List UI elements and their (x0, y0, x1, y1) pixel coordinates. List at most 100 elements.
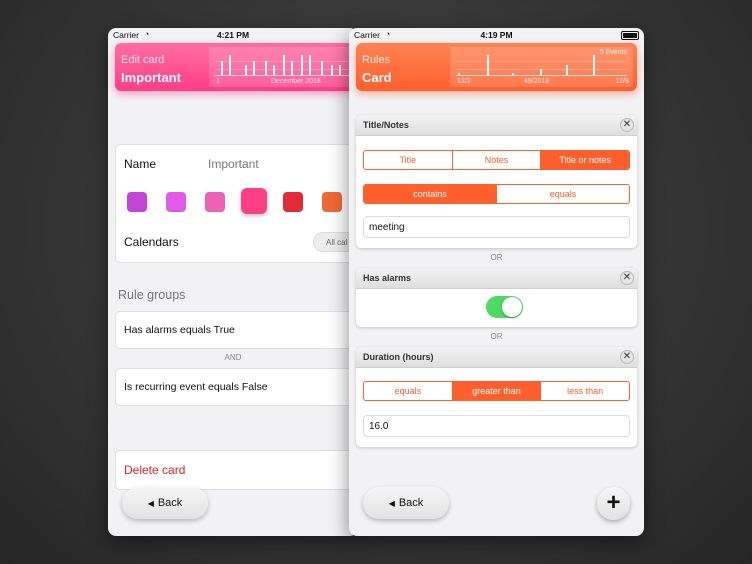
name-row[interactable]: Name Important (115, 144, 358, 184)
timeline-tick (593, 55, 595, 75)
segment-greater-than[interactable]: greater than (452, 382, 542, 400)
rule-group-label: Has alarms equals True (124, 324, 235, 336)
timeline-tick (331, 65, 333, 75)
and-separator: AND (224, 353, 242, 362)
close-icon[interactable]: ✕ (620, 350, 634, 364)
panel-title: Title/Notes (363, 120, 409, 130)
timeline-tick (301, 55, 303, 75)
name-field[interactable]: Important (208, 157, 259, 171)
panel-header: Title/Notes ✕ (356, 115, 637, 136)
segment-less-than[interactable]: less than (541, 382, 629, 400)
timeline-tick (273, 65, 275, 75)
color-swatch[interactable] (283, 192, 303, 212)
timeline-gridline (456, 61, 627, 62)
edit-card-screen: Carrier ◔ 4:21 PM Edit card Important 1 … (108, 28, 358, 536)
color-picker (115, 182, 358, 223)
color-swatch[interactable] (166, 192, 186, 212)
battery-icon (621, 31, 639, 40)
match-selector: contains equals (363, 184, 630, 204)
rule-group-item[interactable]: Has alarms equals True (115, 311, 358, 349)
panel-header: Duration (hours) ✕ (356, 347, 637, 368)
timeline-month-label: December 2018 (271, 78, 321, 85)
title-notes-rule-panel: Title/Notes ✕ Title Notes Title or notes… (356, 115, 637, 248)
timeline-mid-label: 49/2018 (524, 78, 550, 85)
back-label: Back (157, 497, 183, 509)
match-value-field[interactable]: meeting (363, 216, 630, 238)
timeline-tick (339, 65, 341, 75)
toggle-knob (502, 297, 522, 317)
close-icon[interactable]: ✕ (620, 118, 634, 132)
segment-notes[interactable]: Notes (453, 151, 542, 169)
or-separator: OR (490, 253, 503, 262)
status-bar: Carrier ◔ 4:19 PM (349, 28, 644, 42)
timeline-gridline (215, 69, 358, 70)
header-title: Important (121, 70, 181, 85)
timeline-tick (245, 65, 247, 75)
back-label: Back (398, 497, 424, 509)
panel-title: Duration (hours) (363, 352, 434, 362)
segment-equals[interactable]: equals (497, 185, 629, 203)
timeline-preview: 1 December 2018 (209, 47, 358, 87)
card-header: Edit card Important 1 December 2018 (115, 43, 358, 91)
timeline-tick (291, 61, 293, 75)
timeline-end-label: 12/8 (615, 78, 629, 85)
back-arrow-icon: ◀ (147, 499, 154, 508)
events-count: 5 Events (599, 49, 627, 56)
timeline-gridline (215, 61, 358, 62)
operator-selector: equals greater than less than (363, 381, 630, 401)
duration-value-field[interactable]: 16.0 (363, 415, 630, 437)
name-label: Name (124, 157, 157, 171)
duration-rule-panel: Duration (hours) ✕ equals greater than l… (356, 347, 637, 447)
back-button[interactable]: ◀ Back (363, 487, 449, 519)
timeline-tick (321, 61, 323, 75)
rule-group-item[interactable]: Is recurring event equals False (115, 368, 358, 406)
segment-title[interactable]: Title (364, 151, 453, 169)
timeline-tick (221, 61, 223, 75)
delete-card-row[interactable]: Delete card (115, 450, 358, 490)
color-swatch[interactable] (205, 192, 225, 212)
timeline-tick (309, 55, 311, 75)
field-selector: Title Notes Title or notes (363, 150, 630, 170)
timeline-tick (253, 61, 255, 75)
rules-card-screen: Carrier ◔ 4:19 PM Rules Card 5 Events 12… (349, 28, 644, 536)
rule-group-label: Is recurring event equals False (124, 381, 268, 393)
timeline-tick (283, 55, 285, 75)
or-separator: OR (490, 332, 503, 341)
timeline-tick (512, 73, 514, 75)
header-title: Card (362, 70, 392, 85)
timeline-preview: 5 Events 12/2 49/2018 12/8 (450, 47, 633, 87)
calendars-label: Calendars (124, 235, 179, 249)
timeline-tick (458, 73, 460, 75)
timeline-tick (229, 55, 231, 75)
status-bar: Carrier ◔ 4:21 PM (108, 28, 358, 42)
color-swatch[interactable] (127, 192, 147, 212)
clock: 4:19 PM (480, 30, 513, 40)
header-subtitle: Rules (362, 54, 391, 66)
delete-card-button[interactable]: Delete card (124, 463, 185, 477)
calendars-row: Calendars All cal (115, 222, 358, 263)
timeline-tick (487, 55, 489, 75)
rule-groups-title: Rule groups (118, 288, 186, 302)
has-alarms-rule-panel: Has alarms ✕ (356, 268, 637, 327)
panel-title: Has alarms (363, 273, 412, 283)
back-button[interactable]: ◀ Back (122, 487, 208, 519)
color-swatch-selected[interactable] (241, 188, 267, 214)
back-arrow-icon: ◀ (388, 499, 395, 508)
timeline-axis (456, 75, 627, 76)
timeline-tick (540, 69, 542, 75)
timeline-axis (215, 75, 358, 76)
close-icon[interactable]: ✕ (620, 271, 634, 285)
timeline-gridline (456, 69, 627, 70)
segment-equals[interactable]: equals (364, 382, 453, 400)
timeline-tick (265, 61, 267, 75)
has-alarms-toggle[interactable] (486, 296, 523, 318)
timeline-start-label: 1 (216, 78, 220, 85)
panel-header: Has alarms ✕ (356, 268, 637, 289)
add-rule-button[interactable]: + (597, 487, 630, 520)
timeline-start-label: 12/2 (457, 78, 471, 85)
color-swatch[interactable] (322, 192, 342, 212)
segment-contains[interactable]: contains (364, 185, 497, 203)
segment-title-or-notes[interactable]: Title or notes (541, 151, 629, 169)
timeline-tick (566, 65, 568, 75)
header-subtitle: Edit card (121, 54, 165, 66)
